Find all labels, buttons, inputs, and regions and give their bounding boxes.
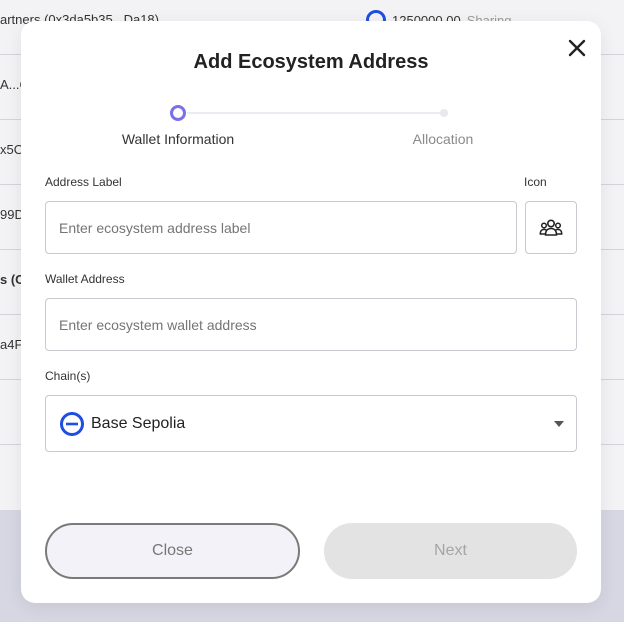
icon-picker-label: Icon <box>524 175 547 189</box>
step-indicator-inactive <box>440 109 448 117</box>
address-label-input[interactable] <box>45 201 517 254</box>
table-cell-name: a4F <box>0 337 23 352</box>
wallet-address-input[interactable] <box>45 298 577 351</box>
step-label-wallet-information: Wallet Information <box>121 131 235 147</box>
chain-selected-value: Base Sepolia <box>91 415 186 432</box>
base-chain-icon <box>60 412 84 436</box>
next-button[interactable]: Next <box>324 523 577 579</box>
users-group-icon <box>539 218 563 236</box>
wallet-address-label: Wallet Address <box>45 272 125 286</box>
close-icon[interactable] <box>565 36 589 60</box>
icon-picker-button[interactable] <box>525 201 577 254</box>
close-button[interactable]: Close <box>45 523 300 579</box>
chain-label: Chain(s) <box>45 369 91 383</box>
add-ecosystem-address-modal: Add Ecosystem Address Wallet Information… <box>21 21 601 603</box>
chain-select[interactable]: Base Sepolia <box>45 395 577 452</box>
chevron-down-icon <box>554 421 564 427</box>
step-label-allocation: Allocation <box>412 131 474 147</box>
modal-title: Add Ecosystem Address <box>193 51 429 73</box>
stepper-track <box>187 112 443 114</box>
address-label-label: Address Label <box>45 175 122 189</box>
step-indicator-active <box>170 105 186 121</box>
